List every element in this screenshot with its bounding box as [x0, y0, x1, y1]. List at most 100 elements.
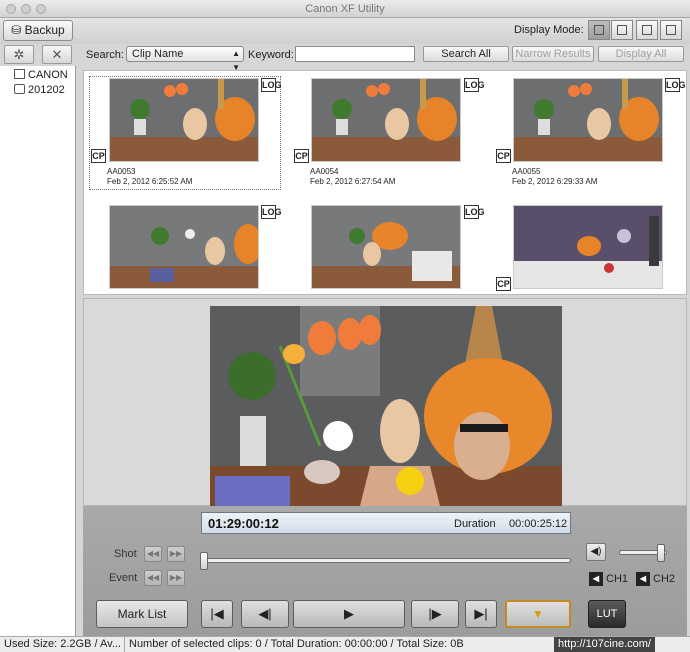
clip-thumbnail-image	[109, 78, 259, 162]
next-event-button[interactable]: ▶▶	[167, 570, 185, 586]
large-thumbnail-mode-button[interactable]	[588, 20, 610, 40]
log-badge: LOG	[464, 78, 485, 92]
scene-thumbnail	[312, 206, 460, 288]
sidebar-item-canon[interactable]: CANON	[14, 68, 68, 82]
keyword-label: Keyword:	[248, 49, 294, 61]
selection-info-text: Number of selected clips: 0 / Total Dura…	[124, 637, 464, 652]
narrow-results-button[interactable]: Narrow Results	[512, 46, 594, 62]
cp-badge: CP	[91, 149, 106, 163]
backup-button[interactable]: ⛁ Backup	[3, 20, 73, 41]
rewind-icon: ◀◀	[146, 549, 160, 558]
gear-icon: ✲	[13, 47, 25, 62]
marker-icon: ▼	[532, 607, 544, 621]
sidebar-item-201202[interactable]: 201202	[14, 83, 65, 97]
add-marker-button[interactable]: ▼	[505, 600, 571, 628]
skip-to-start-icon: |◀	[210, 606, 224, 621]
log-badge: LOG	[261, 78, 282, 92]
timecode-value: 01:29:00:12	[208, 516, 279, 531]
small-thumbnail-mode-button[interactable]	[611, 20, 633, 40]
search-bar: Search: Clip Name ▲ ▼ Keyword: Search All…	[80, 44, 690, 72]
volume-knob[interactable]	[657, 544, 665, 562]
cp-badge: CP	[294, 149, 309, 163]
go-to-start-button[interactable]: |◀	[201, 600, 233, 628]
shot-label: Shot	[114, 548, 137, 560]
speaker-left-icon: ◀	[636, 572, 650, 586]
status-bar: Used Size: 2.2GB / Av... Number of selec…	[0, 636, 690, 652]
step-forward-button[interactable]: |▶	[411, 600, 459, 628]
step-back-button[interactable]: ◀|	[241, 600, 289, 628]
window-title: Canon XF Utility	[305, 3, 385, 15]
list-view-icon	[666, 25, 676, 35]
clip-name: AA0053	[107, 167, 136, 176]
clip-thumbnail-image	[109, 205, 259, 289]
clip-date: Feb 2, 2012 6:29:33 AM	[512, 177, 598, 186]
rewind-icon: ◀◀	[146, 573, 160, 582]
scene-thumbnail	[514, 79, 662, 161]
lut-button[interactable]: LUT	[588, 600, 626, 628]
keyword-input[interactable]	[295, 46, 415, 62]
log-badge: LOG	[261, 205, 282, 219]
event-label: Event	[109, 572, 138, 584]
scene-thumbnail	[312, 79, 460, 161]
preview-image	[210, 306, 562, 506]
speaker-icon: ◀)	[590, 546, 602, 557]
log-badge: LOG	[665, 78, 686, 92]
close-window-button[interactable]	[6, 4, 16, 14]
clip-date: Feb 2, 2012 6:27:54 AM	[310, 177, 396, 186]
playhead-knob[interactable]	[200, 552, 208, 570]
preview-viewer	[83, 298, 687, 506]
card-icon	[14, 69, 25, 79]
mute-button[interactable]: ◀)	[586, 543, 606, 561]
fast-forward-icon: ▶▶	[169, 573, 183, 582]
play-icon: ▶	[344, 606, 354, 621]
clip-thumbnail-image	[311, 78, 461, 162]
delete-icon: ✕	[51, 47, 63, 62]
play-button[interactable]: ▶	[293, 600, 405, 628]
clip-name: AA0054	[310, 167, 339, 176]
display-mode-label: Display Mode:	[514, 24, 584, 36]
playback-controls: 01:29:00:12 Duration 00:00:25:12 Shot ◀◀…	[83, 506, 687, 636]
zoom-window-button[interactable]	[36, 4, 46, 14]
title-bar: Canon XF Utility	[0, 0, 690, 18]
scene-preview	[210, 306, 562, 506]
clip-thumbnail-image	[513, 205, 663, 289]
step-forward-icon: |▶	[428, 606, 442, 621]
minimize-window-button[interactable]	[21, 4, 31, 14]
clip-thumbnail-image	[513, 78, 663, 162]
prev-shot-button[interactable]: ◀◀	[144, 546, 162, 562]
folder-stack-icon	[14, 84, 25, 94]
search-field-value: Clip Name	[132, 48, 184, 60]
list-mode-button[interactable]	[660, 20, 682, 40]
detail-mode-button[interactable]	[636, 20, 658, 40]
step-back-icon: ◀|	[258, 606, 272, 621]
scene-thumbnail	[110, 206, 258, 288]
ch2-label: CH2	[653, 573, 676, 585]
grid-small-icon	[617, 25, 627, 35]
duration-label: Duration	[454, 518, 496, 530]
playhead-track[interactable]	[200, 558, 571, 563]
ch1-toggle[interactable]: ◀ CH1	[589, 572, 628, 586]
mark-list-button[interactable]: Mark List	[96, 600, 188, 628]
next-shot-button[interactable]: ▶▶	[167, 546, 185, 562]
cp-badge: CP	[496, 149, 511, 163]
sidebar-item-label: 201202	[28, 84, 65, 96]
sidebar-tools: ✲ ✕	[0, 44, 76, 66]
go-to-end-button[interactable]: ▶|	[465, 600, 497, 628]
settings-button[interactable]: ✲	[4, 45, 34, 64]
detail-view-icon	[642, 25, 652, 35]
sidebar: CANON 201202	[0, 66, 76, 636]
ch1-label: CH1	[606, 573, 629, 585]
clip-date: Feb 2, 2012 6:25:52 AM	[107, 177, 193, 186]
main-toolbar: ⛁ Backup Display Mode:	[0, 18, 690, 44]
clip-thumbnail-image	[311, 205, 461, 289]
log-badge: LOG	[464, 205, 485, 219]
prev-event-button[interactable]: ◀◀	[144, 570, 162, 586]
display-all-button[interactable]: Display All	[598, 46, 684, 62]
speaker-left-icon: ◀	[589, 572, 603, 586]
search-all-button[interactable]: Search All	[423, 46, 509, 62]
backup-icon: ⛁	[11, 23, 25, 37]
grid-large-icon	[594, 25, 604, 35]
ch2-toggle[interactable]: ◀ CH2	[636, 572, 675, 586]
delete-button[interactable]: ✕	[42, 45, 72, 64]
search-field-select[interactable]: Clip Name ▲ ▼	[126, 46, 244, 72]
